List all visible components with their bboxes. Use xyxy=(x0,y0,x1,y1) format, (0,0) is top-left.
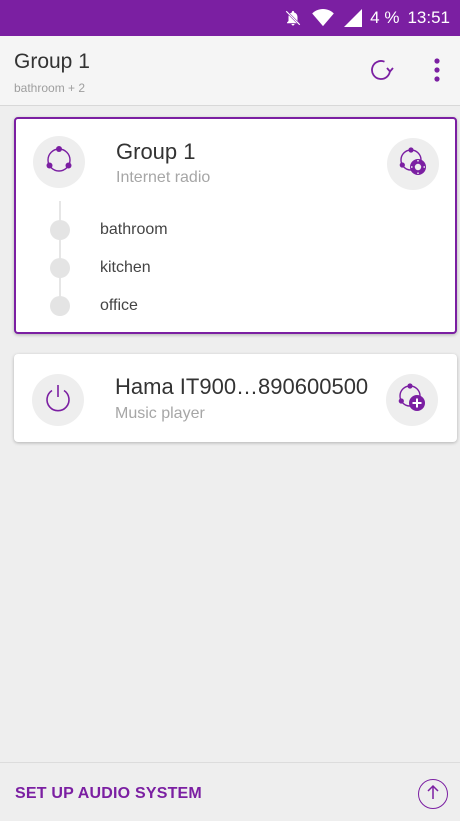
device-card[interactable]: Hama IT900…890600500 Music player xyxy=(14,354,457,442)
add-to-group-icon xyxy=(396,382,428,419)
list-item[interactable]: kitchen xyxy=(50,258,151,278)
power-icon xyxy=(44,383,72,418)
battery-level: 4 % xyxy=(370,8,400,27)
refresh-icon xyxy=(368,57,394,88)
group-icon xyxy=(44,145,74,180)
group-name: Group 1 xyxy=(116,139,196,164)
group-settings-button[interactable] xyxy=(387,138,439,190)
page-title: Group 1 xyxy=(14,50,90,73)
scroll-up-button[interactable] xyxy=(418,779,448,809)
member-connector xyxy=(59,201,61,301)
member-label: kitchen xyxy=(100,259,151,276)
more-options-button[interactable] xyxy=(422,56,452,88)
more-vert-icon xyxy=(433,57,441,88)
member-dot xyxy=(50,258,70,278)
setup-audio-system-button[interactable]: SET UP AUDIO SYSTEM xyxy=(15,785,202,803)
notifications-off-icon xyxy=(284,9,302,27)
refresh-button[interactable] xyxy=(365,56,397,88)
member-label: bathroom xyxy=(100,221,168,238)
member-dot xyxy=(50,296,70,316)
signal-icon xyxy=(344,9,363,27)
status-bar: 4 % 13:51 xyxy=(0,0,460,36)
bottom-bar: SET UP AUDIO SYSTEM xyxy=(0,762,460,821)
member-dot xyxy=(50,220,70,240)
group-settings-icon xyxy=(397,146,429,183)
page-subtitle: bathroom + 2 xyxy=(14,81,86,95)
clock: 13:51 xyxy=(407,8,450,27)
group-source: Internet radio xyxy=(116,169,211,186)
app-bar: Group 1 bathroom + 2 xyxy=(0,36,460,106)
list-item[interactable]: bathroom xyxy=(50,220,168,240)
member-label: office xyxy=(100,297,138,314)
device-name: Hama IT900…890600500 xyxy=(115,374,369,399)
arrow-up-icon xyxy=(426,784,440,805)
device-source: Music player xyxy=(115,405,205,422)
power-button[interactable] xyxy=(32,374,84,426)
add-to-group-button[interactable] xyxy=(386,374,438,426)
wifi-icon xyxy=(312,9,334,27)
group-icon-button[interactable] xyxy=(33,136,85,188)
list-item[interactable]: office xyxy=(50,296,138,316)
group-card[interactable]: Group 1 Internet radio bathroom kitchen xyxy=(14,117,457,334)
